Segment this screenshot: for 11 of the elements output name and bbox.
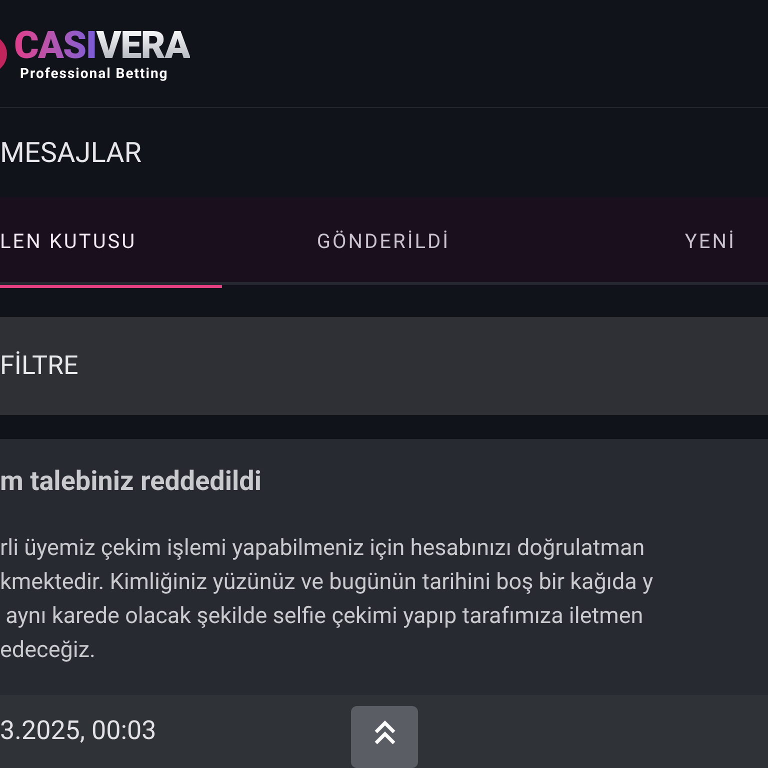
scroll-top-button[interactable] [351, 706, 418, 768]
filter-bar[interactable]: FİLTRE [0, 317, 768, 415]
logo-tagline: Professional Betting [20, 66, 170, 80]
double-chevron-up-icon [374, 720, 396, 746]
page-title: MESAJLAR [0, 138, 142, 166]
tab[interactable]: LEN KUTUSU [0, 197, 222, 288]
message-date: 3.2025, 00:03 [0, 715, 156, 748]
tab[interactable]: YENİ [545, 197, 768, 288]
tab[interactable]: GÖNDERİLDİ [222, 197, 545, 288]
message-title: m talebiniz reddedildi [0, 464, 263, 499]
message-body: rli üyemiz çekim işlemi yapabilmeniz için hesabınızı doğrulatman kmektedir. Kimliğiniz yüzünüz ve bugünün tarihini boş bir kağıda y aynı karede olacak şekilde selfie çekimi yapıp tarafımıza iletmen edeceğiz. [0, 534, 654, 665]
